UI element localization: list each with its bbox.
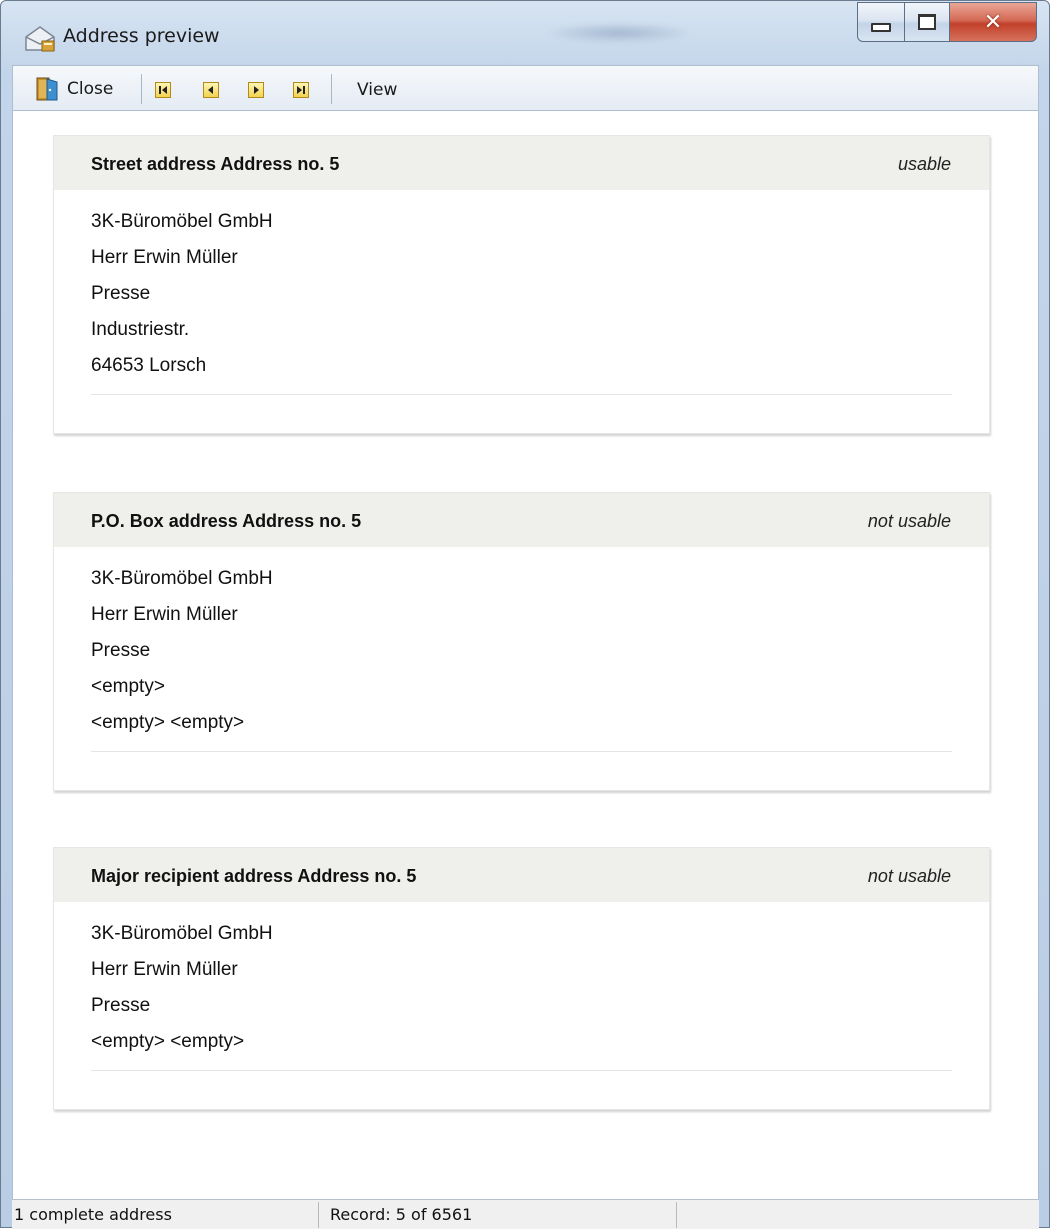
previous-record-icon: [208, 86, 213, 94]
close-window-button[interactable]: ✕: [949, 2, 1037, 42]
address-line: 64653 Lorsch: [91, 355, 207, 376]
address-line: 3K-Büromöbel GmbH: [91, 568, 273, 589]
complete-address-count: 1 complete address: [14, 1205, 172, 1224]
card-title: Major recipient address Address no. 5: [91, 866, 417, 886]
minimize-icon: [871, 22, 891, 32]
title-bar[interactable]: Address preview ✕: [1, 1, 1049, 63]
po-box-address-card: P.O. Box address Address no. 5 not usabl…: [53, 492, 990, 791]
address-line: Herr Erwin Müller: [91, 247, 238, 268]
card-title: Street address Address no. 5: [91, 154, 340, 174]
usability-status: usable: [897, 154, 951, 174]
address-preview-window: Address preview ✕ Close View Street addr…: [0, 0, 1050, 1229]
toolbar-separator: [141, 74, 142, 104]
address-line: Presse: [91, 995, 151, 1016]
record-position: Record: 5 of 6561: [330, 1205, 473, 1224]
address-preview-content[interactable]: Street address Address no. 5 usable 3K-B…: [12, 111, 1039, 1199]
address-line: 3K-Büromöbel GmbH: [91, 923, 273, 944]
address-line: Presse: [91, 640, 151, 661]
card-body: 3K-Büromöbel GmbH Herr Erwin Müller Pres…: [54, 190, 989, 395]
address-line: <empty>: [91, 676, 165, 697]
previous-record-button[interactable]: [203, 82, 219, 98]
address-line: 3K-Büromöbel GmbH: [91, 211, 273, 232]
next-record-button[interactable]: [248, 82, 264, 98]
view-menu[interactable]: View: [357, 80, 397, 100]
address-line: Presse: [91, 283, 151, 304]
first-record-icon: [159, 86, 167, 94]
close-label: Close: [67, 79, 114, 99]
toolbar-separator: [331, 74, 332, 104]
maximize-button[interactable]: [904, 2, 950, 42]
title-blur: [549, 23, 689, 43]
last-record-button[interactable]: [293, 82, 309, 98]
card-header: P.O. Box address Address no. 5 not usabl…: [54, 493, 989, 547]
street-address-card: Street address Address no. 5 usable 3K-B…: [53, 135, 990, 434]
maximize-icon: [918, 14, 936, 30]
card-body: 3K-Büromöbel GmbH Herr Erwin Müller Pres…: [54, 902, 989, 1071]
window-title: Address preview: [63, 25, 220, 47]
status-divider: [318, 1202, 319, 1228]
address-line: <empty> <empty>: [91, 712, 245, 733]
close-button[interactable]: Close: [35, 76, 113, 102]
card-header: Street address Address no. 5 usable: [54, 136, 989, 190]
usability-status: not usable: [867, 866, 951, 886]
toolbar: Close View: [12, 65, 1039, 111]
exit-door-icon: [36, 77, 58, 101]
minimize-button[interactable]: [857, 2, 905, 42]
card-header: Major recipient address Address no. 5 no…: [54, 848, 989, 902]
address-book-icon: [25, 26, 55, 52]
address-line: Herr Erwin Müller: [91, 604, 238, 625]
address-line: Herr Erwin Müller: [91, 959, 238, 980]
status-bar: 1 complete address Record: 5 of 6561: [12, 1199, 1039, 1229]
card-title: P.O. Box address Address no. 5: [91, 511, 362, 531]
close-icon: ✕: [983, 9, 1003, 35]
address-line: <empty> <empty>: [91, 1031, 245, 1052]
card-body: 3K-Büromöbel GmbH Herr Erwin Müller Pres…: [54, 547, 989, 752]
major-recipient-address-card: Major recipient address Address no. 5 no…: [53, 847, 990, 1110]
status-divider: [676, 1202, 677, 1228]
address-line: Industriestr.: [91, 319, 190, 340]
usability-status: not usable: [867, 511, 951, 531]
next-record-icon: [254, 86, 259, 94]
last-record-icon: [297, 86, 305, 94]
first-record-button[interactable]: [155, 82, 171, 98]
